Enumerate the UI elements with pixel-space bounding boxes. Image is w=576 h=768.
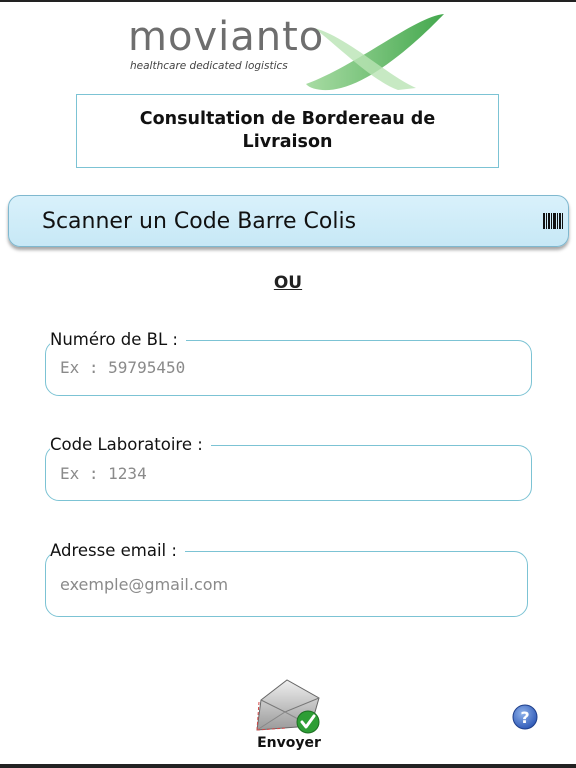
- bl-field-label: Numéro de BL :: [50, 330, 186, 349]
- brand-tagline: healthcare dedicated logistics: [130, 60, 288, 72]
- bl-field-rule: [200, 340, 510, 341]
- bottom-edge: [0, 764, 576, 768]
- email-field-label: Adresse email :: [50, 541, 185, 560]
- or-separator: OU: [273, 273, 303, 293]
- scan-barcode-button[interactable]: Scanner un Code Barre Colis: [8, 195, 569, 247]
- page-title: Consultation de Bordereau de Livraison: [139, 109, 436, 152]
- barcode-icon: [543, 213, 563, 229]
- email-field-rule: [206, 551, 510, 552]
- send-button-label: Envoyer: [257, 735, 321, 751]
- email-input[interactable]: [45, 551, 528, 617]
- page-title-box: Consultation de Bordereau de Livraison: [76, 94, 499, 168]
- svg-text:?: ?: [520, 708, 529, 727]
- scan-barcode-label: Scanner un Code Barre Colis: [42, 208, 357, 234]
- help-icon[interactable]: ?: [512, 704, 538, 730]
- top-edge: [0, 0, 576, 2]
- lab-field-label: Code Laboratoire :: [50, 435, 211, 454]
- brand-name: movianto: [128, 14, 325, 60]
- lab-field-rule: [236, 445, 510, 446]
- send-button[interactable]: Envoyer: [247, 676, 331, 756]
- envelope-check-icon: [256, 679, 320, 734]
- brand-logo: movianto healthcare dedicated logistics: [126, 6, 456, 96]
